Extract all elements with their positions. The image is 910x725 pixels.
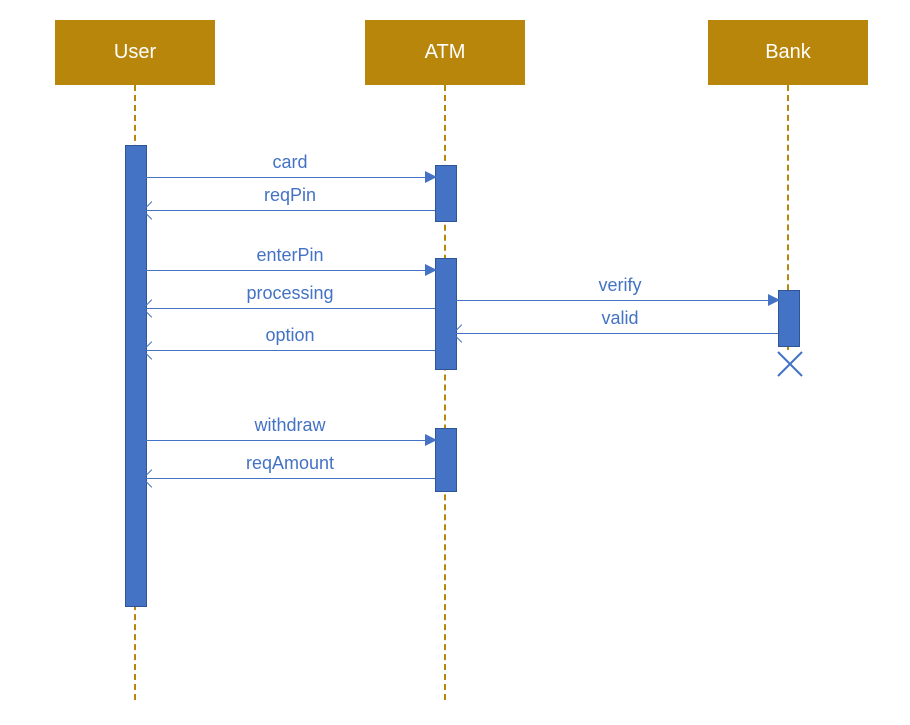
activation-atm-3	[435, 428, 457, 492]
lifeline-header-user: User	[55, 20, 215, 85]
message-line-valid	[455, 333, 778, 334]
message-line-reqpin	[145, 210, 435, 211]
destroy-icon	[776, 348, 804, 384]
message-label-reqpin: reqPin	[245, 185, 335, 206]
message-line-reqamount	[145, 478, 435, 479]
activation-atm-2	[435, 258, 457, 370]
message-label-card: card	[250, 152, 330, 173]
message-label-processing: processing	[230, 283, 350, 304]
message-label-verify: verify	[580, 275, 660, 296]
message-label-withdraw: withdraw	[240, 415, 340, 436]
message-label-enterpin: enterPin	[240, 245, 340, 266]
lifeline-label: ATM	[425, 41, 466, 64]
message-label-option: option	[250, 325, 330, 346]
activation-atm-1	[435, 165, 457, 222]
lifeline-label: Bank	[765, 41, 811, 64]
message-label-reqamount: reqAmount	[230, 453, 350, 474]
message-line-verify	[455, 300, 778, 301]
arrow-icon	[425, 264, 437, 276]
arrow-icon	[425, 434, 437, 446]
message-line-card	[145, 177, 435, 178]
arrow-icon	[425, 171, 437, 183]
lifeline-header-atm: ATM	[365, 20, 525, 85]
message-line-enterpin	[145, 270, 435, 271]
message-line-withdraw	[145, 440, 435, 441]
lifeline-label: User	[114, 41, 156, 64]
lifeline-header-bank: Bank	[708, 20, 868, 85]
arrow-icon	[768, 294, 780, 306]
message-label-valid: valid	[585, 308, 655, 329]
activation-user	[125, 145, 147, 607]
message-line-processing	[145, 308, 435, 309]
activation-bank	[778, 290, 800, 347]
message-line-option	[145, 350, 435, 351]
